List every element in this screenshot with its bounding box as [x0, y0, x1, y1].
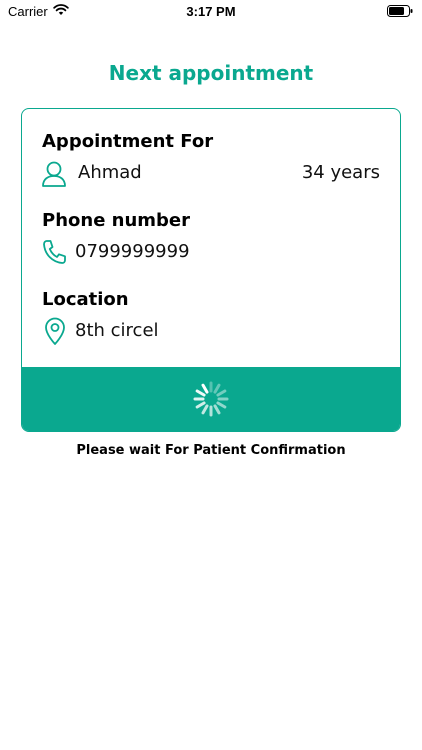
phone-number-value[interactable]: 0799999999	[75, 241, 190, 262]
appointment-card: Appointment For Ahmad 34 years Phone num…	[21, 108, 401, 432]
phone-icon	[43, 240, 66, 264]
location-label: Location	[42, 289, 129, 310]
page-title: Next appointment	[108, 61, 314, 85]
patient-age: 34 years	[301, 162, 380, 183]
clock: 3:17 PM	[186, 4, 236, 19]
status-bar: Carrier 3:17 PM	[0, 0, 422, 24]
location-value: 8th circel	[75, 320, 159, 341]
card-footer-bar	[22, 367, 400, 431]
user-icon	[42, 161, 66, 187]
phone-number-label: Phone number	[42, 210, 191, 231]
loading-spinner-icon	[193, 381, 229, 417]
battery-icon	[387, 5, 413, 17]
appointment-for-label: Appointment For	[42, 131, 214, 152]
patient-name: Ahmad	[78, 162, 142, 183]
wait-message: Please wait For Patient Confirmation	[76, 443, 346, 458]
location-pin-icon	[45, 317, 65, 345]
